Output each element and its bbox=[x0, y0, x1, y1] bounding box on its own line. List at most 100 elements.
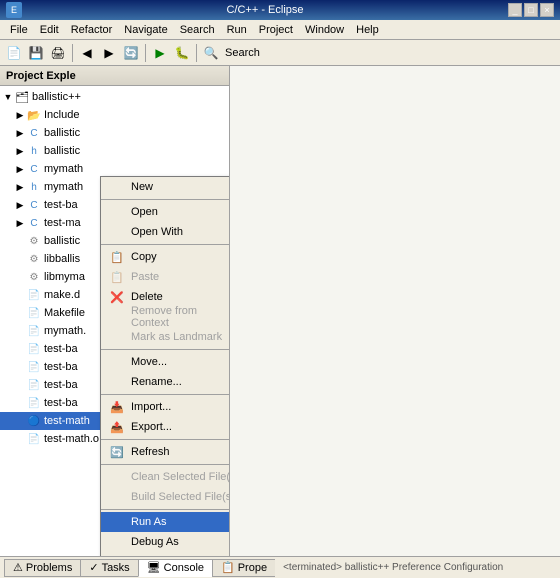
debug-button[interactable]: 🐛 bbox=[172, 43, 192, 63]
toolbar-separator-3 bbox=[196, 44, 197, 62]
close-button[interactable]: × bbox=[540, 3, 554, 17]
new-button[interactable]: 📄 bbox=[4, 43, 24, 63]
ctx-debug-as[interactable]: Debug As ▶ bbox=[101, 532, 230, 552]
ctx-open[interactable]: Open F3 bbox=[101, 202, 230, 222]
menu-file[interactable]: File bbox=[4, 22, 34, 38]
panel-header: Project Exple bbox=[0, 66, 229, 86]
ctx-move[interactable]: Move... bbox=[101, 352, 230, 372]
tab-tasks[interactable]: ✓ Tasks bbox=[80, 559, 137, 577]
folder-icon: 📂 bbox=[26, 107, 42, 123]
tree-item-label: test-ma bbox=[44, 217, 81, 229]
console-icon: 🖥 bbox=[147, 561, 161, 574]
file-icon: C bbox=[26, 161, 42, 177]
print-button[interactable]: 🖨 bbox=[48, 43, 68, 63]
back-button[interactable]: ◀ bbox=[77, 43, 97, 63]
tree-item-label: make.d bbox=[44, 289, 80, 301]
expand-arrow: ▶ bbox=[14, 182, 26, 193]
panel-title: Project Exple bbox=[6, 70, 76, 82]
ctx-paste[interactable]: 📋 Paste Ctrl+V bbox=[101, 267, 230, 287]
ctx-sep-4 bbox=[101, 394, 230, 395]
tab-problems[interactable]: ⚠ Problems bbox=[4, 559, 80, 577]
menu-edit[interactable]: Edit bbox=[34, 22, 65, 38]
editor-area bbox=[230, 66, 560, 556]
title-text: C/C++ - Eclipse bbox=[226, 4, 303, 16]
ctx-copy[interactable]: 📋 Copy Ctrl+C bbox=[101, 247, 230, 267]
ctx-team[interactable]: Team ▶ bbox=[101, 552, 230, 556]
search-label: Search bbox=[225, 47, 260, 59]
ctx-new[interactable]: New ▶ bbox=[101, 177, 230, 197]
file-icon: C bbox=[26, 215, 42, 231]
menu-window[interactable]: Window bbox=[299, 22, 350, 38]
tab-properties[interactable]: 📋 Prope bbox=[212, 559, 275, 577]
refresh-button[interactable]: 🔄 bbox=[121, 43, 141, 63]
search-button[interactable]: 🔍 bbox=[201, 43, 221, 63]
console-label: Console bbox=[164, 562, 204, 574]
file-icon: h bbox=[26, 143, 42, 159]
tree-item-label: ballistic bbox=[44, 235, 80, 247]
window-controls[interactable]: _ □ × bbox=[508, 3, 554, 17]
menu-run[interactable]: Run bbox=[221, 22, 253, 38]
tree-item-label: test-ba bbox=[44, 397, 78, 409]
run-button[interactable]: ▶ bbox=[150, 43, 170, 63]
tree-item-ballistic2[interactable]: ▶ h ballistic bbox=[0, 142, 229, 160]
ctx-rename[interactable]: Rename... F2 bbox=[101, 372, 230, 392]
expand-arrow: ▼ bbox=[2, 92, 14, 102]
ctx-mark-landmark[interactable]: Mark as Landmark Shift+Ctrl+Alt+Up bbox=[101, 327, 230, 347]
ctx-sep-5 bbox=[101, 439, 230, 440]
file-icon: 📄 bbox=[26, 377, 42, 393]
expand-arrow: ▶ bbox=[14, 218, 26, 229]
tree-item-label: mymath. bbox=[44, 325, 86, 337]
menu-project[interactable]: Project bbox=[253, 22, 299, 38]
ctx-build-selected[interactable]: Build Selected File(s) bbox=[101, 487, 230, 507]
ctx-sep-3 bbox=[101, 349, 230, 350]
tree-item-includes[interactable]: ▶ 📂 Include bbox=[0, 106, 229, 124]
ctx-delete[interactable]: ❌ Delete Delete bbox=[101, 287, 230, 307]
forward-button[interactable]: ▶ bbox=[99, 43, 119, 63]
ctx-remove-context[interactable]: Remove from Context Shift+Ctrl+Alt+Down bbox=[101, 307, 230, 327]
refresh-icon: 🔄 bbox=[109, 446, 125, 459]
file-icon: C bbox=[26, 197, 42, 213]
properties-icon: 📋 bbox=[221, 561, 235, 574]
expand-arrow: ▶ bbox=[14, 110, 26, 121]
binary-icon: ⚙ bbox=[26, 251, 42, 267]
toolbar: 📄 💾 🖨 ◀ ▶ 🔄 ▶ 🐛 🔍 Search bbox=[0, 40, 560, 66]
toolbar-separator-2 bbox=[145, 44, 146, 62]
main-area: Project Exple ▼ 🗂 ballistic++ ▶ 📂 Includ… bbox=[0, 66, 560, 556]
tree-item-label: mymath bbox=[44, 163, 83, 175]
problems-label: Problems bbox=[26, 562, 72, 574]
ctx-refresh[interactable]: 🔄 Refresh bbox=[101, 442, 230, 462]
menu-help[interactable]: Help bbox=[350, 22, 385, 38]
tree-item-label: Include bbox=[44, 109, 79, 121]
paste-icon: 📋 bbox=[109, 271, 125, 284]
tasks-icon: ✓ bbox=[89, 561, 98, 574]
file-icon: C bbox=[26, 125, 42, 141]
ctx-run-as[interactable]: Run As ▶ Run Configurations... bbox=[101, 512, 230, 532]
maximize-button[interactable]: □ bbox=[524, 3, 538, 17]
ctx-import[interactable]: 📥 Import... bbox=[101, 397, 230, 417]
tree-item-label: libmyma bbox=[44, 271, 85, 283]
minimize-button[interactable]: _ bbox=[508, 3, 522, 17]
ctx-clean-selected[interactable]: Clean Selected File(s) bbox=[101, 467, 230, 487]
save-button[interactable]: 💾 bbox=[26, 43, 46, 63]
import-icon: 📥 bbox=[109, 401, 125, 414]
tree-item-root[interactable]: ▼ 🗂 ballistic++ bbox=[0, 88, 229, 106]
tree-item-label: test-math bbox=[44, 415, 90, 427]
ctx-export[interactable]: 📤 Export... bbox=[101, 417, 230, 437]
project-panel: Project Exple ▼ 🗂 ballistic++ ▶ 📂 Includ… bbox=[0, 66, 230, 556]
tree-item-ballistic1[interactable]: ▶ C ballistic bbox=[0, 124, 229, 142]
ctx-open-with[interactable]: Open With ▶ bbox=[101, 222, 230, 242]
object-icon: 📄 bbox=[26, 431, 42, 447]
expand-arrow: ▶ bbox=[14, 164, 26, 175]
copy-icon: 📋 bbox=[109, 251, 125, 264]
tree-item-label: ballistic bbox=[44, 127, 80, 139]
file-icon: 📄 bbox=[26, 359, 42, 375]
delete-icon: ❌ bbox=[109, 291, 125, 304]
tab-console[interactable]: 🖥 Console bbox=[138, 559, 212, 577]
menu-search[interactable]: Search bbox=[174, 22, 221, 38]
menu-refactor[interactable]: Refactor bbox=[65, 22, 119, 38]
expand-arrow: ▶ bbox=[14, 146, 26, 157]
menu-navigate[interactable]: Navigate bbox=[118, 22, 173, 38]
export-icon: 📤 bbox=[109, 421, 125, 434]
tree-item-label: mymath bbox=[44, 181, 83, 193]
expand-arrow: ▶ bbox=[14, 200, 26, 211]
